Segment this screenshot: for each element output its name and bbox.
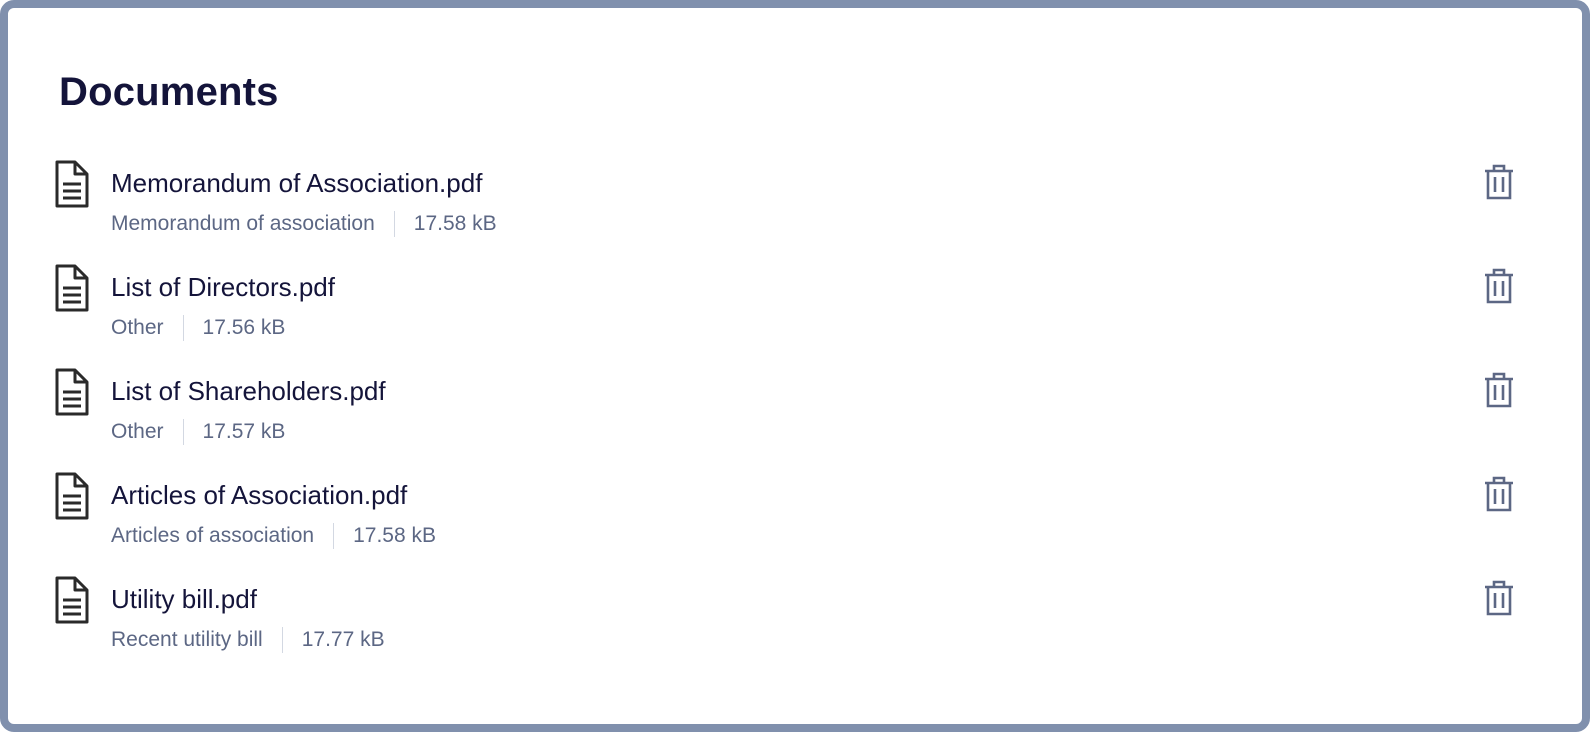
document-category: Articles of association bbox=[111, 524, 315, 547]
document-row: Articles of Association.pdf Articles of … bbox=[8, 468, 1590, 572]
meta-divider bbox=[182, 419, 184, 445]
file-icon bbox=[53, 472, 89, 520]
delete-document-button[interactable] bbox=[1482, 580, 1516, 616]
document-row: Utility bill.pdf Recent utility bill 17.… bbox=[8, 572, 1590, 676]
document-size: 17.58 kB bbox=[413, 212, 497, 235]
delete-document-button[interactable] bbox=[1482, 268, 1516, 304]
document-name[interactable]: List of Directors.pdf bbox=[111, 270, 335, 304]
document-size: 17.77 kB bbox=[301, 628, 385, 651]
delete-document-button[interactable] bbox=[1482, 164, 1516, 200]
document-category: Other bbox=[111, 316, 164, 339]
document-meta: Recent utility bill 17.77 kB bbox=[111, 626, 385, 654]
document-meta: Memorandum of association 17.58 kB bbox=[111, 210, 497, 238]
delete-document-button[interactable] bbox=[1482, 372, 1516, 408]
document-meta: Other 17.57 kB bbox=[111, 418, 285, 446]
document-size: 17.57 kB bbox=[202, 420, 286, 443]
document-category: Recent utility bill bbox=[111, 628, 263, 651]
document-name[interactable]: Memorandum of Association.pdf bbox=[111, 166, 482, 200]
file-icon bbox=[53, 264, 89, 312]
file-icon bbox=[53, 368, 89, 416]
document-row: List of Directors.pdf Other 17.56 kB bbox=[8, 260, 1590, 364]
file-icon bbox=[53, 160, 89, 208]
delete-document-button[interactable] bbox=[1482, 476, 1516, 512]
document-row: Memorandum of Association.pdf Memorandum… bbox=[8, 156, 1590, 260]
meta-divider bbox=[281, 627, 283, 653]
trash-icon bbox=[1482, 580, 1516, 616]
meta-divider bbox=[182, 315, 184, 341]
meta-divider bbox=[333, 523, 335, 549]
panel-title: Documents bbox=[59, 70, 279, 114]
trash-icon bbox=[1482, 164, 1516, 200]
documents-list: Memorandum of Association.pdf Memorandum… bbox=[8, 156, 1590, 676]
document-meta: Articles of association 17.58 kB bbox=[111, 522, 436, 550]
document-size: 17.56 kB bbox=[202, 316, 286, 339]
trash-icon bbox=[1482, 372, 1516, 408]
document-row: List of Shareholders.pdf Other 17.57 kB bbox=[8, 364, 1590, 468]
documents-panel: Documents Memorandum of Association.pdf … bbox=[0, 0, 1590, 732]
meta-divider bbox=[393, 211, 395, 237]
document-size: 17.58 kB bbox=[353, 524, 436, 547]
document-meta: Other 17.56 kB bbox=[111, 314, 285, 342]
document-category: Other bbox=[111, 420, 164, 443]
trash-icon bbox=[1482, 268, 1516, 304]
file-icon bbox=[53, 576, 89, 624]
document-name[interactable]: List of Shareholders.pdf bbox=[111, 374, 386, 408]
document-name[interactable]: Articles of Association.pdf bbox=[111, 478, 407, 512]
document-name[interactable]: Utility bill.pdf bbox=[111, 582, 257, 616]
trash-icon bbox=[1482, 476, 1516, 512]
document-category: Memorandum of association bbox=[111, 212, 375, 235]
